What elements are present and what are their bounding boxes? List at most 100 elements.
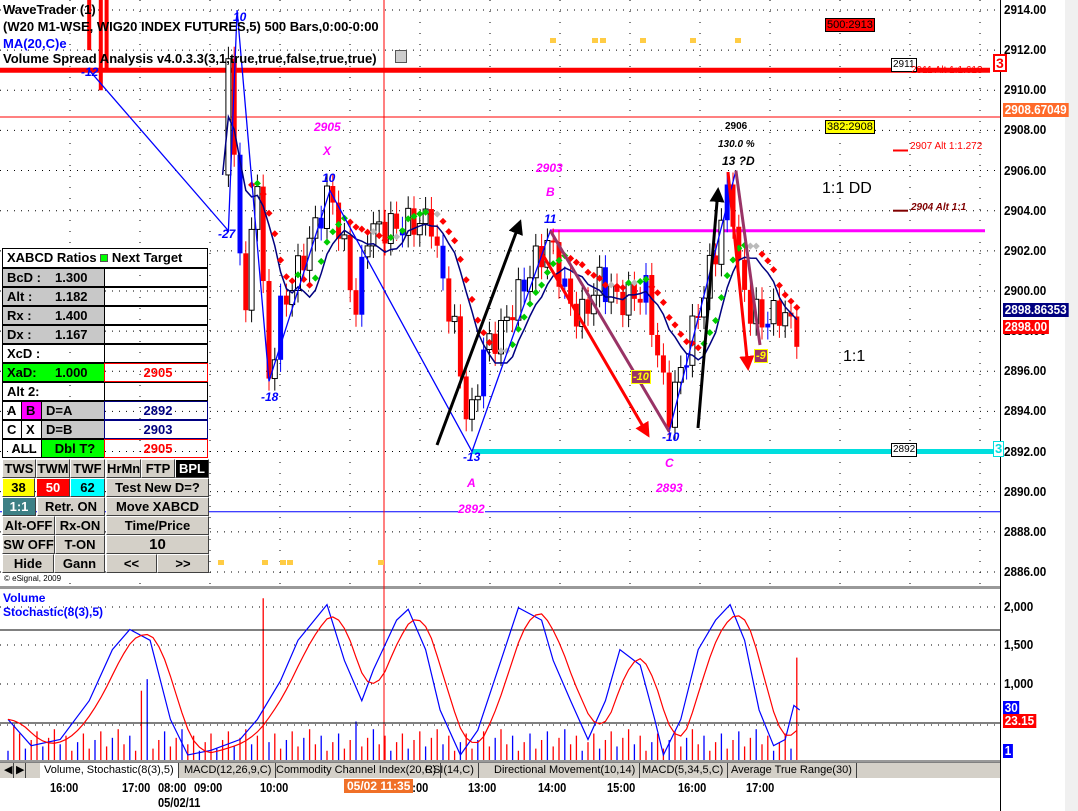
fib-62-button[interactable]: 62 — [70, 478, 105, 497]
double-top-button[interactable]: Dbl T? — [41, 439, 105, 458]
copyright: © eSignal, 2009 — [4, 574, 62, 583]
gann-button[interactable]: Gann — [54, 554, 105, 573]
candle — [782, 312, 789, 327]
dd-label: 1:1 DD — [822, 180, 872, 197]
candle — [510, 317, 516, 321]
alt-off-button[interactable]: Alt-OFF — [2, 516, 55, 535]
alt-1618-label: 2911 Alt 1:1.618 — [911, 65, 983, 76]
vsa-label: Volume Spread Analysis v4.0.3.3(3,1,true… — [3, 51, 377, 66]
candle — [394, 213, 400, 229]
point-x-toggle[interactable]: X — [21, 420, 42, 439]
time-price-value[interactable]: 10 — [106, 535, 209, 554]
candle — [759, 299, 765, 328]
tab-cci[interactable]: Commodity Channel Index(20,C) — [272, 763, 442, 778]
ratio-xad: XaD: 1.000 — [2, 363, 105, 382]
point-a-toggle[interactable]: A — [2, 401, 22, 420]
bpl-button[interactable]: BPL — [175, 459, 209, 478]
vsa-dot — [323, 238, 331, 246]
ratio-1-1-button[interactable]: 1:1 — [2, 497, 36, 516]
price-tick: 2892.00 — [1004, 443, 1047, 459]
time-tick: 10:00 — [260, 780, 289, 795]
zigzag-label: -12 — [81, 65, 99, 79]
candle — [341, 234, 348, 240]
prev-button[interactable]: << — [106, 554, 157, 573]
a-label: A — [467, 476, 476, 490]
candle — [794, 316, 800, 347]
tab-macd-5-34[interactable]: MACD(5,34,5,C) — [638, 763, 729, 778]
ftp-button[interactable]: FTP — [141, 459, 175, 478]
wave-box: -9 — [754, 349, 768, 363]
scrollbar — [1065, 0, 1078, 811]
vsa-dot — [253, 179, 261, 187]
signal-marker — [600, 38, 606, 43]
candle — [98, 0, 103, 91]
a-price: 2892 — [458, 502, 485, 516]
tab-atr[interactable]: Average True Range(30) — [727, 763, 857, 778]
candle — [248, 228, 255, 311]
tab-macd[interactable]: MACD(12,26,9,C) — [180, 763, 277, 778]
test-new-d-button[interactable]: Test New D=? — [106, 478, 209, 497]
all-toggle[interactable]: ALL — [2, 439, 42, 458]
stoch-d-line — [7, 613, 798, 754]
lock-icon[interactable] — [395, 50, 407, 63]
retr-on-button[interactable]: Retr. ON — [37, 497, 105, 516]
tws-button[interactable]: TWS — [2, 459, 36, 478]
c-price: 2893 — [656, 481, 683, 495]
point-b-toggle[interactable]: B — [21, 401, 42, 420]
level-2892-box: 2892 — [891, 443, 918, 457]
next-button[interactable]: >> — [157, 554, 209, 573]
b-price: 2903 — [536, 161, 563, 175]
d-eq-b-label: D=B — [41, 420, 105, 439]
vsa-dot — [619, 284, 627, 292]
candle — [260, 186, 266, 282]
tab-scroll-right[interactable]: ▶ — [14, 763, 26, 778]
ratio-target — [104, 268, 208, 287]
move-xabcd-button[interactable]: Move XABCD — [106, 497, 209, 516]
candle — [637, 298, 643, 303]
tab-volume-stochastic[interactable]: Volume, Stochastic(8(3),5) — [40, 763, 179, 778]
candle — [765, 323, 771, 328]
fib-38-button[interactable]: 38 — [2, 478, 35, 497]
d-price: 2906 — [725, 121, 748, 132]
stochastic-label: Stochastic(8(3),5) — [3, 605, 104, 619]
alt-1272-label: 2907 Alt 1:1.272 — [910, 141, 983, 152]
vsa-dot — [723, 272, 731, 280]
tab-directional-movement[interactable]: Directional Movement(10,14) — [490, 763, 641, 778]
vsa-dot — [526, 300, 534, 308]
twf-button[interactable]: TWF — [70, 459, 105, 478]
twm-button[interactable]: TWM — [36, 459, 70, 478]
candle — [776, 300, 782, 326]
sw-off-button[interactable]: SW OFF — [2, 535, 55, 554]
hrmn-button[interactable]: HrMn — [106, 459, 141, 478]
next-target-swatch — [100, 254, 109, 262]
pane-divider — [0, 586, 1000, 589]
target-3-cyan: 3 — [993, 441, 1005, 457]
ratio-target — [104, 306, 208, 325]
vsa-dot — [787, 297, 795, 305]
time-price-button[interactable]: Time/Price — [106, 516, 209, 535]
vsa-dot — [311, 274, 319, 282]
hide-button[interactable]: Hide — [2, 554, 54, 573]
t-on-button[interactable]: T-ON — [55, 535, 105, 554]
time-tick: 13:00 — [468, 780, 497, 795]
point-c-toggle[interactable]: C — [2, 420, 22, 439]
rx-on-button[interactable]: Rx-ON — [55, 516, 105, 535]
trend-arrow-up — [435, 219, 523, 446]
time-tick: 14:00 — [538, 780, 567, 795]
vsa-dot — [393, 233, 401, 241]
vsa-dot — [665, 313, 673, 321]
time-tick: 16:00 — [50, 780, 79, 795]
vsa-dot — [329, 228, 337, 236]
vsa-dot — [770, 266, 778, 274]
vsa-dot — [590, 271, 598, 279]
vsa-dot — [288, 277, 296, 285]
tab-rsi[interactable]: RSI(14,C) — [421, 763, 479, 778]
signal-marker — [550, 38, 556, 43]
tab-scroll-left[interactable]: ◀ — [2, 763, 14, 778]
candle — [359, 256, 365, 315]
volume-value: 1 — [1003, 743, 1014, 758]
vsa-dot — [306, 281, 314, 289]
vsa-dot — [694, 344, 702, 352]
price-tick: 2886.00 — [1004, 563, 1047, 579]
fib-50-button[interactable]: 50 — [36, 478, 70, 497]
